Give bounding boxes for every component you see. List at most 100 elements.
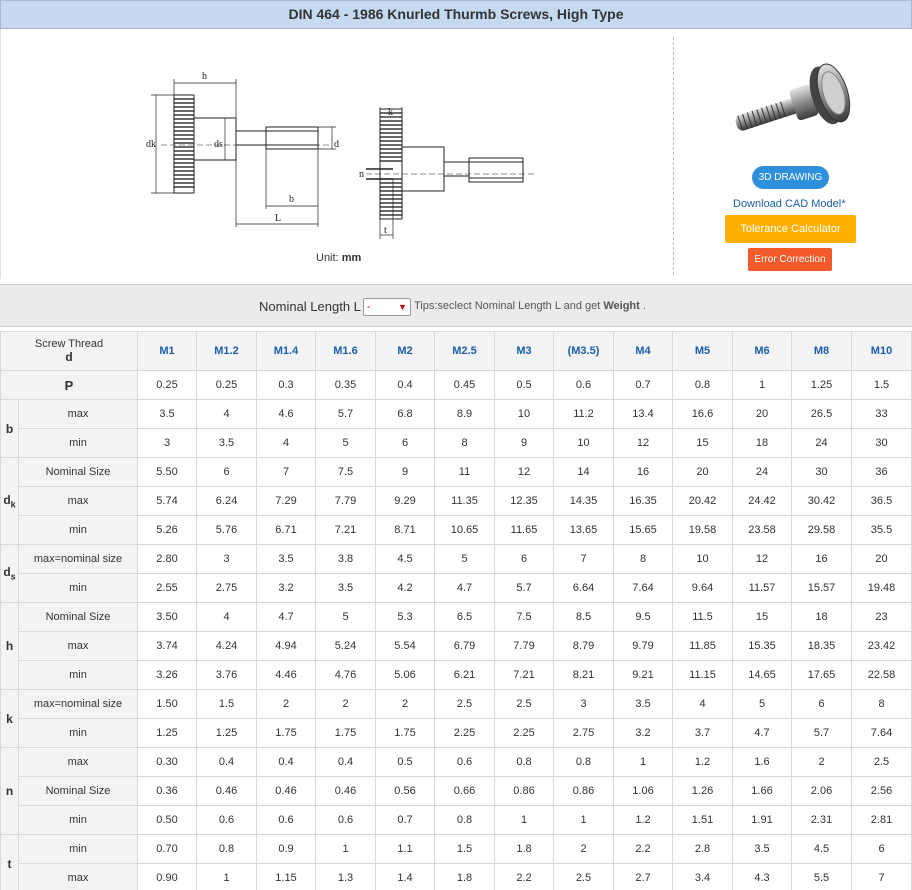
table-cell: 2.75 bbox=[196, 573, 257, 603]
download-cad-link[interactable]: Download CAD Model* bbox=[733, 198, 846, 210]
table-cell: 16 bbox=[791, 544, 852, 574]
table-cell: 20.42 bbox=[672, 486, 733, 516]
table-cell: 1.26 bbox=[672, 776, 733, 806]
table-cell: 5.50 bbox=[137, 457, 197, 487]
column-header: (M3.5) bbox=[553, 331, 614, 371]
table-cell: 7 bbox=[256, 457, 316, 487]
table-cell: 5 bbox=[434, 544, 495, 574]
table-cell: 6.24 bbox=[196, 486, 257, 516]
row-label: Nominal Size bbox=[18, 457, 138, 487]
table-cell: 7.29 bbox=[256, 486, 316, 516]
table-cell: 1.75 bbox=[256, 718, 316, 748]
table-cell: 10 bbox=[672, 544, 733, 574]
group-symbol: h bbox=[5, 639, 14, 653]
table-cell: 7.79 bbox=[315, 486, 376, 516]
table-cell: 0.7 bbox=[613, 370, 673, 400]
group-symbol: d bbox=[3, 565, 11, 580]
table-cell: 4.46 bbox=[256, 660, 316, 690]
tips-weight: Weight bbox=[603, 300, 640, 312]
table-cell: 6.5 bbox=[434, 602, 495, 632]
drawing-section-view bbox=[366, 107, 536, 239]
tolerance-calculator-button[interactable]: Tolerance Calculator bbox=[725, 215, 856, 243]
table-cell: 3.2 bbox=[256, 573, 316, 603]
column-header: M3 bbox=[494, 331, 554, 371]
table-cell: 4.2 bbox=[375, 573, 435, 603]
column-header: M5 bbox=[672, 331, 733, 371]
row-label: max=nominal size bbox=[18, 544, 138, 574]
table-cell: 1.25 bbox=[791, 370, 852, 400]
table-row-h_max: max 3.74 4.24 4.94 5.24 5.54 6.79 7.79 8.79 9.79 1… bbox=[1, 631, 912, 661]
table-cell: 30 bbox=[851, 428, 912, 458]
table-cell: 7.64 bbox=[851, 718, 912, 748]
table-cell: 2.5 bbox=[553, 863, 614, 890]
table-cell: 18 bbox=[791, 602, 852, 632]
table-cell: 3.5 bbox=[196, 428, 257, 458]
table-cell: 3.7 bbox=[672, 718, 733, 748]
drawing-side-view bbox=[151, 79, 336, 227]
table-cell: 14 bbox=[553, 457, 614, 487]
column-header: M1 bbox=[137, 331, 197, 371]
table-cell: 6.21 bbox=[434, 660, 495, 690]
column-header: M4 bbox=[613, 331, 673, 371]
table-cell: 12 bbox=[613, 428, 673, 458]
table-cell: 2.5 bbox=[851, 747, 912, 777]
table-cell: 10 bbox=[494, 399, 554, 429]
screw-technical-drawing: h dk ds d b L k n t bbox=[146, 71, 536, 239]
table-cell: 16 bbox=[613, 457, 673, 487]
table-cell: 11.2 bbox=[553, 399, 614, 429]
table-body: P 0.25 0.25 0.3 0.35 0.4 0.45 0.5 0.6 0.… bbox=[0, 370, 912, 890]
table-cell: 4.6 bbox=[256, 399, 316, 429]
table-cell: 9.5 bbox=[613, 602, 673, 632]
group-label-t: t bbox=[0, 834, 19, 890]
table-cell: 6 bbox=[494, 544, 554, 574]
table-cell: 15 bbox=[672, 428, 733, 458]
table-cell: 0.56 bbox=[375, 776, 435, 806]
table-cell: 3.26 bbox=[137, 660, 197, 690]
table-cell: 1.51 bbox=[672, 805, 733, 835]
table-cell: 6.79 bbox=[434, 631, 495, 661]
table-cell: 20 bbox=[732, 399, 792, 429]
table-cell: 1 bbox=[553, 805, 614, 835]
table-cell: 18.35 bbox=[791, 631, 852, 661]
table-cell: 10 bbox=[553, 428, 614, 458]
table-cell: 1.25 bbox=[137, 718, 197, 748]
group-label-dk: dk bbox=[0, 457, 19, 545]
table-cell: 24 bbox=[791, 428, 852, 458]
3d-drawing-button[interactable]: 3D DRAWING bbox=[752, 166, 829, 189]
table-cell: 24 bbox=[732, 457, 792, 487]
table-cell: 4.7 bbox=[732, 718, 792, 748]
table-cell: 0.5 bbox=[375, 747, 435, 777]
table-cell: 9.79 bbox=[613, 631, 673, 661]
table-cell: 0.25 bbox=[196, 370, 257, 400]
table-cell: 1.6 bbox=[732, 747, 792, 777]
weight-tips: Tips:seclect Nominal Length L and get We… bbox=[414, 285, 646, 328]
table-cell: 1 bbox=[315, 834, 376, 864]
table-cell: 3.8 bbox=[315, 544, 376, 574]
table-cell: 3.5 bbox=[315, 573, 376, 603]
table-cell: 1.66 bbox=[732, 776, 792, 806]
table-cell: 5.26 bbox=[137, 515, 197, 545]
table-cell: 0.66 bbox=[434, 776, 495, 806]
table-cell: 7.21 bbox=[315, 515, 376, 545]
table-cell: 1 bbox=[196, 863, 257, 890]
table-cell: 8 bbox=[613, 544, 673, 574]
dim-label-d: d bbox=[334, 139, 339, 150]
table-cell: 0.25 bbox=[137, 370, 197, 400]
nominal-length-select[interactable]: - ▼ bbox=[363, 298, 411, 316]
table-cell: 5.3 bbox=[375, 602, 435, 632]
table-cell: 4.94 bbox=[256, 631, 316, 661]
table-cell: 0.30 bbox=[137, 747, 197, 777]
error-correction-button[interactable]: Error Correction bbox=[748, 248, 832, 271]
table-cell: 0.6 bbox=[434, 747, 495, 777]
table-cell: 8.9 bbox=[434, 399, 495, 429]
table-cell: 3.74 bbox=[137, 631, 197, 661]
table-cell: 0.7 bbox=[375, 805, 435, 835]
group-label-n: n bbox=[0, 747, 19, 835]
table-cell: 19.48 bbox=[851, 573, 912, 603]
table-cell: 0.4 bbox=[256, 747, 316, 777]
group-subscript: s bbox=[10, 571, 16, 582]
unit-value: mm bbox=[341, 252, 362, 264]
table-cell: 4.24 bbox=[196, 631, 257, 661]
table-row-dk_nom: dk Nominal Size 5.50 6 7 7.5 9 11 12 14 16 20 24 30 36 bbox=[0, 457, 912, 545]
column-header: M10 bbox=[851, 331, 912, 371]
